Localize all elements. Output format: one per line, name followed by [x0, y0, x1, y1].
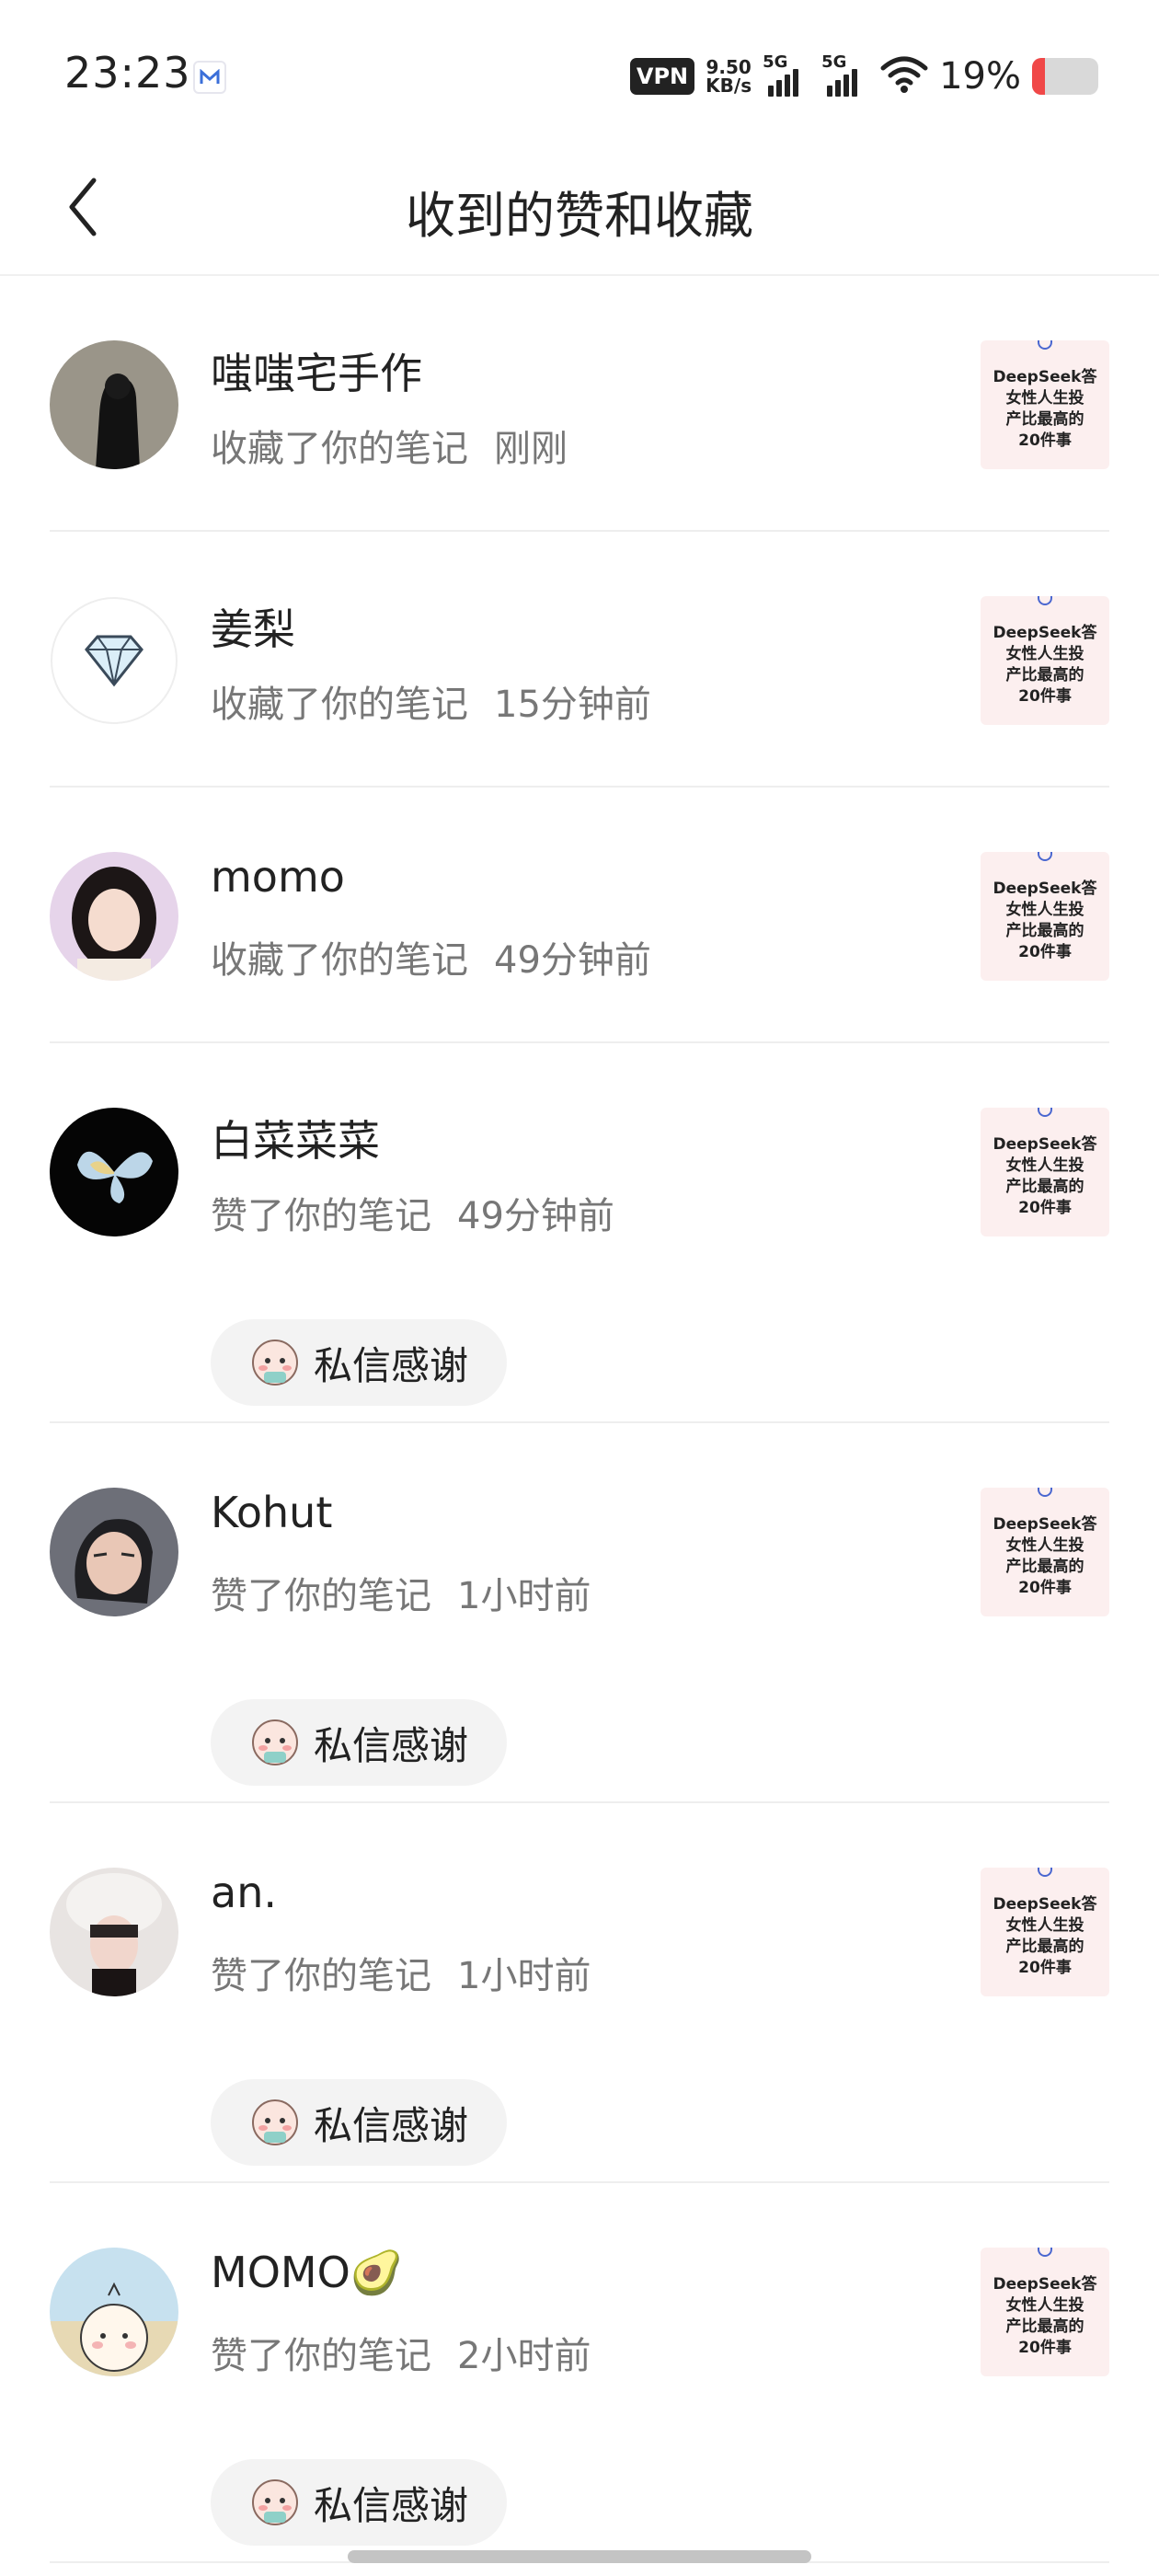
note-thumbnail-text: DeepSeek答 女性人生投 产比最高的 20件事: [993, 1895, 1097, 1977]
note-thumbnail[interactable]: DeepSeek答 女性人生投 产比最高的 20件事: [981, 1868, 1109, 1996]
activity-time: 2小时前: [457, 2335, 591, 2377]
note-logo-icon: [1038, 596, 1052, 605]
thank-message-label: 私信感谢: [314, 2482, 469, 2528]
note-thumbnail-text: DeepSeek答 女性人生投 产比最高的 20件事: [993, 1515, 1097, 1597]
note-logo-icon: [1038, 852, 1052, 861]
note-logo-icon: [1038, 340, 1052, 350]
note-thumbnail-text: DeepSeek答 女性人生投 产比最高的 20件事: [993, 624, 1097, 706]
note-thumbnail[interactable]: DeepSeek答 女性人生投 产比最高的 20件事: [981, 2248, 1109, 2376]
activity-meta: 收藏了你的笔记 49分钟前: [211, 930, 651, 983]
signal-icon: 5G: [763, 52, 810, 97]
activity-time: 刚刚: [494, 428, 568, 470]
thank-message-button[interactable]: 私信感谢: [211, 2079, 507, 2166]
notification-list: 嗤嗤宅手作 收藏了你的笔记 刚刚 DeepSeek答 女性人生投 产比最高的 20件事…: [0, 276, 1159, 2563]
thank-message-button[interactable]: 私信感谢: [211, 2459, 507, 2546]
network-type-2: 5G: [821, 52, 847, 72]
activity-text: 收藏了你的笔记: [211, 939, 468, 982]
activity-meta: 赞了你的笔记 2小时前: [211, 2326, 591, 2379]
battery-percent: 19%: [939, 55, 1021, 98]
avatar[interactable]: [50, 852, 178, 981]
activity-text: 赞了你的笔记: [211, 1955, 431, 1997]
note-logo-icon: [1038, 1488, 1052, 1497]
note-thumbnail-text: DeepSeek答 女性人生投 产比最高的 20件事: [993, 2275, 1097, 2357]
sticker-icon: [249, 1335, 301, 1390]
note-logo-icon: [1038, 1108, 1052, 1117]
avatar[interactable]: [50, 2248, 178, 2376]
note-thumbnail[interactable]: DeepSeek答 女性人生投 产比最高的 20件事: [981, 1108, 1109, 1236]
activity-time: 49分钟前: [494, 939, 651, 982]
notification-row[interactable]: momo 收藏了你的笔记 49分钟前 DeepSeek答 女性人生投 产比最高的 20…: [50, 788, 1109, 1043]
activity-text: 赞了你的笔记: [211, 2335, 431, 2377]
network-speed: 9.50 KB/s: [706, 58, 752, 95]
top-nav: 收到的赞和收藏: [0, 138, 1159, 276]
sticker-icon: [249, 1715, 301, 1770]
battery-icon: [1032, 58, 1098, 95]
activity-text: 收藏了你的笔记: [211, 428, 468, 470]
user-name[interactable]: an.: [211, 1868, 277, 1917]
user-name[interactable]: Kohut: [211, 1488, 332, 1537]
signal-icon-2: 5G: [821, 52, 869, 97]
note-thumbnail-text: DeepSeek答 女性人生投 产比最高的 20件事: [993, 880, 1097, 961]
note-thumbnail-text: DeepSeek答 女性人生投 产比最高的 20件事: [993, 1135, 1097, 1217]
home-indicator[interactable]: [348, 2550, 811, 2563]
user-name[interactable]: momo: [211, 852, 345, 902]
activity-time: 15分钟前: [494, 684, 651, 726]
activity-meta: 收藏了你的笔记 15分钟前: [211, 674, 651, 728]
user-name[interactable]: MOMO🥑: [211, 2248, 403, 2298]
user-name[interactable]: 嗤嗤宅手作: [211, 340, 422, 401]
avatar[interactable]: [50, 596, 178, 725]
sticker-icon: [249, 2095, 301, 2150]
note-logo-icon: [1038, 2248, 1052, 2257]
status-time: 23:23: [64, 48, 191, 98]
notification-row[interactable]: MOMO🥑 赞了你的笔记 2小时前 DeepSeek答 女性人生投 产比最高的 20件…: [50, 2183, 1109, 2563]
sticker-icon: [249, 2475, 301, 2530]
avatar[interactable]: [50, 1868, 178, 1996]
thank-message-button[interactable]: 私信感谢: [211, 1319, 507, 1406]
notification-row[interactable]: 嗤嗤宅手作收藏了你的笔记 刚刚 DeepSeek答 女性人生投 产比最高的 20件事: [50, 276, 1109, 532]
activity-text: 赞了你的笔记: [211, 1575, 431, 1617]
page-title: 收到的赞和收藏: [406, 187, 753, 245]
activity-text: 收藏了你的笔记: [211, 684, 468, 726]
notification-row[interactable]: 姜梨收藏了你的笔记 15分钟前 DeepSeek答 女性人生投 产比最高的 20件事: [50, 532, 1109, 788]
note-thumbnail-text: DeepSeek答 女性人生投 产比最高的 20件事: [993, 368, 1097, 450]
user-name[interactable]: 姜梨: [211, 596, 295, 657]
avatar[interactable]: [50, 1488, 178, 1616]
user-name[interactable]: 白菜菜菜: [211, 1108, 380, 1168]
thank-message-label: 私信感谢: [314, 1722, 469, 1768]
wifi-icon: [880, 55, 928, 98]
avatar[interactable]: [50, 340, 178, 469]
activity-meta: 赞了你的笔记 49分钟前: [211, 1186, 614, 1239]
thank-message-label: 私信感谢: [314, 1342, 469, 1388]
network-type: 5G: [763, 52, 788, 72]
avatar[interactable]: [50, 1108, 178, 1236]
thank-message-button[interactable]: 私信感谢: [211, 1699, 507, 1786]
activity-meta: 赞了你的笔记 1小时前: [211, 1566, 591, 1619]
note-logo-icon: [1038, 1868, 1052, 1877]
activity-meta: 收藏了你的笔记 刚刚: [211, 419, 568, 472]
notification-row[interactable]: Kohut 赞了你的笔记 1小时前 DeepSeek答 女性人生投 产比最高的 20件…: [50, 1423, 1109, 1803]
vpn-badge: VPN: [629, 58, 695, 95]
activity-text: 赞了你的笔记: [211, 1195, 431, 1237]
mail-icon: [193, 61, 226, 94]
activity-time: 1小时前: [457, 1955, 591, 1997]
note-thumbnail[interactable]: DeepSeek答 女性人生投 产比最高的 20件事: [981, 852, 1109, 981]
note-thumbnail[interactable]: DeepSeek答 女性人生投 产比最高的 20件事: [981, 596, 1109, 725]
status-bar: 23:23 VPN 9.50 KB/s 5G 5G 19%: [0, 0, 1159, 138]
activity-meta: 赞了你的笔记 1小时前: [211, 1946, 591, 1999]
activity-time: 1小时前: [457, 1575, 591, 1617]
activity-time: 49分钟前: [457, 1195, 614, 1237]
battery-fill: [1032, 58, 1045, 95]
thank-message-label: 私信感谢: [314, 2102, 469, 2148]
note-thumbnail[interactable]: DeepSeek答 女性人生投 产比最高的 20件事: [981, 1488, 1109, 1616]
note-thumbnail[interactable]: DeepSeek答 女性人生投 产比最高的 20件事: [981, 340, 1109, 469]
speed-value: 9.50: [706, 56, 752, 78]
notification-row[interactable]: an. 赞了你的笔记 1小时前 DeepSeek答 女性人生投 产比最高的 20件事私…: [50, 1803, 1109, 2183]
speed-unit: KB/s: [706, 75, 752, 97]
notification-row[interactable]: 白菜菜菜赞了你的笔记 49分钟前 DeepSeek答 女性人生投 产比最高的 20件…: [50, 1043, 1109, 1423]
